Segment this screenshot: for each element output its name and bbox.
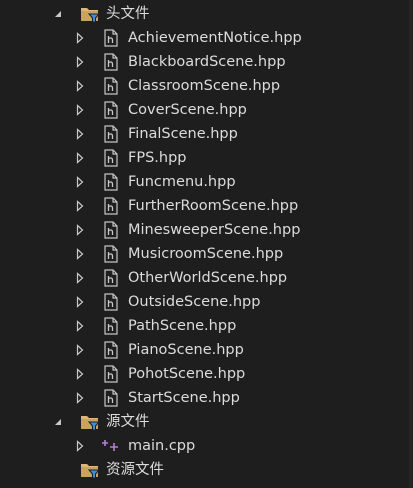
vertical-scrollbar[interactable]	[409, 0, 413, 488]
collapsed-arrow-icon[interactable]	[74, 224, 86, 236]
file-item[interactable]: BlackboardScene.hpp	[0, 50, 413, 74]
header-file-icon	[101, 29, 121, 47]
header-file-icon	[101, 341, 121, 359]
header-file-icon	[101, 317, 121, 335]
file-label: OutsideScene.hpp	[128, 294, 261, 310]
collapsed-arrow-icon[interactable]	[74, 440, 86, 452]
folder-label: 头文件	[106, 6, 150, 22]
expanded-arrow-icon[interactable]	[52, 8, 64, 20]
file-label: FinalScene.hpp	[128, 126, 238, 142]
file-label: FPS.hpp	[128, 150, 187, 166]
file-label: MinesweeperScene.hpp	[128, 222, 301, 238]
filter-folder-icon	[80, 461, 100, 479]
file-item[interactable]: OtherWorldScene.hpp	[0, 266, 413, 290]
file-item[interactable]: ClassroomScene.hpp	[0, 74, 413, 98]
folder-source-files[interactable]: 源文件	[0, 410, 413, 434]
collapsed-arrow-icon[interactable]	[74, 296, 86, 308]
file-item[interactable]: FinalScene.hpp	[0, 122, 413, 146]
file-item[interactable]: MusicroomScene.hpp	[0, 242, 413, 266]
folder-label: 源文件	[106, 414, 150, 430]
collapsed-arrow-icon[interactable]	[74, 368, 86, 380]
collapsed-arrow-icon[interactable]	[74, 80, 86, 92]
collapsed-arrow-icon[interactable]	[74, 272, 86, 284]
file-item[interactable]: StartScene.hpp	[0, 386, 413, 410]
file-label: CoverScene.hpp	[128, 102, 247, 118]
file-item[interactable]: Funcmenu.hpp	[0, 170, 413, 194]
header-file-icon	[101, 293, 121, 311]
file-item-main-cpp[interactable]: main.cpp	[0, 434, 413, 458]
folder-resource-files[interactable]: 资源文件	[0, 458, 413, 482]
collapsed-arrow-icon[interactable]	[74, 32, 86, 44]
collapsed-arrow-icon[interactable]	[74, 176, 86, 188]
file-item[interactable]: AchievementNotice.hpp	[0, 26, 413, 50]
file-label: MusicroomScene.hpp	[128, 246, 284, 262]
header-file-icon	[101, 245, 121, 263]
file-item[interactable]: FurtherRoomScene.hpp	[0, 194, 413, 218]
cpp-source-file-icon	[101, 437, 121, 455]
filter-folder-icon	[80, 5, 100, 23]
file-label: main.cpp	[128, 438, 196, 454]
collapsed-arrow-icon[interactable]	[74, 56, 86, 68]
file-item[interactable]: MinesweeperScene.hpp	[0, 218, 413, 242]
collapsed-arrow-icon[interactable]	[74, 128, 86, 140]
collapsed-arrow-icon[interactable]	[74, 344, 86, 356]
header-file-icon	[101, 53, 121, 71]
collapsed-arrow-icon[interactable]	[74, 392, 86, 404]
folder-label: 资源文件	[106, 462, 164, 478]
file-label: FurtherRoomScene.hpp	[128, 198, 299, 214]
collapsed-arrow-icon[interactable]	[74, 152, 86, 164]
file-item[interactable]: CoverScene.hpp	[0, 98, 413, 122]
header-file-icon	[101, 197, 121, 215]
header-file-icon	[101, 101, 121, 119]
file-label: Funcmenu.hpp	[128, 174, 236, 190]
expanded-arrow-icon[interactable]	[52, 416, 64, 428]
collapsed-arrow-icon[interactable]	[74, 104, 86, 116]
file-item[interactable]: PathScene.hpp	[0, 314, 413, 338]
file-label: PianoScene.hpp	[128, 342, 244, 358]
file-label: OtherWorldScene.hpp	[128, 270, 288, 286]
header-file-icon	[101, 269, 121, 287]
filter-folder-icon	[80, 413, 100, 431]
header-file-icon	[101, 365, 121, 383]
file-label: StartScene.hpp	[128, 390, 240, 406]
collapsed-arrow-icon[interactable]	[74, 200, 86, 212]
collapsed-arrow-icon[interactable]	[74, 320, 86, 332]
header-file-icon	[101, 125, 121, 143]
header-file-icon	[101, 77, 121, 95]
file-item[interactable]: FPS.hpp	[0, 146, 413, 170]
file-label: ClassroomScene.hpp	[128, 78, 281, 94]
file-item[interactable]: PianoScene.hpp	[0, 338, 413, 362]
header-file-icon	[101, 173, 121, 191]
file-label: BlackboardScene.hpp	[128, 54, 286, 70]
folder-header-files[interactable]: 头文件	[0, 2, 413, 26]
file-item[interactable]: PohotScene.hpp	[0, 362, 413, 386]
header-file-icon	[101, 389, 121, 407]
collapsed-arrow-icon[interactable]	[74, 248, 86, 260]
file-item[interactable]: OutsideScene.hpp	[0, 290, 413, 314]
file-label: PathScene.hpp	[128, 318, 237, 334]
header-file-icon	[101, 221, 121, 239]
file-label: PohotScene.hpp	[128, 366, 246, 382]
file-label: AchievementNotice.hpp	[128, 30, 302, 46]
header-file-icon	[101, 149, 121, 167]
